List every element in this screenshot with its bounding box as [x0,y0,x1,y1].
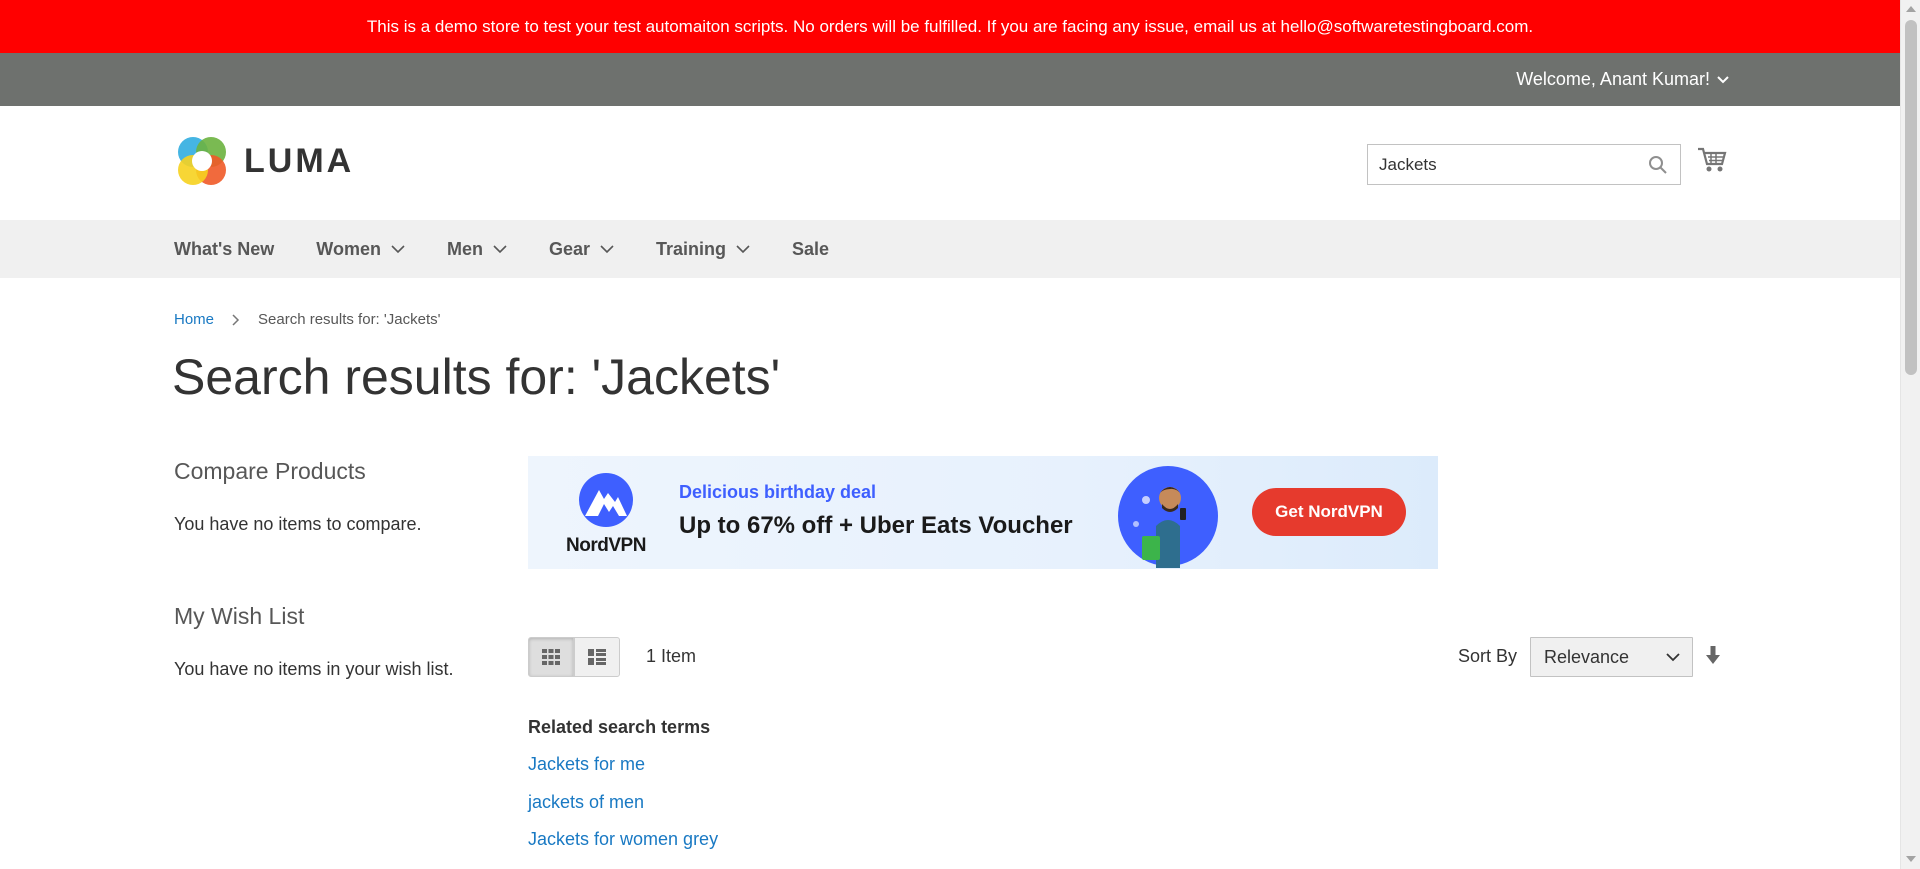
list-icon [588,649,606,665]
list-view-button[interactable] [574,637,620,677]
nav-item-whats-new[interactable]: What's New [174,239,274,260]
compare-empty-text: You have no items to compare. [174,514,422,534]
cart-icon[interactable] [1697,146,1727,174]
related-term-link[interactable]: Jackets for me [528,754,645,775]
sort-by-select[interactable]: Relevance [1530,637,1693,677]
compare-products-title: Compare Products [174,458,366,484]
nordvpn-ad-banner[interactable]: NordVPN Delicious birthday deal Up to 67… [528,456,1438,569]
sort-by-value: Relevance [1544,646,1630,667]
nav-item-gear[interactable]: Gear [549,239,614,260]
ad-headline: Up to 67% off + Uber Eats Voucher [679,512,1073,539]
nav-item-label: Sale [792,238,830,259]
chevron-down-icon [493,244,507,253]
scroll-up-arrow-icon[interactable] [1906,5,1916,13]
breadcrumb-current: Search results for: 'Jackets' [258,311,441,328]
sort-direction-arrow-icon[interactable] [1706,645,1720,665]
welcome-text: Welcome, Anant Kumar! [1516,69,1710,89]
chevron-down-icon [391,244,405,253]
chevron-right-icon [232,313,240,326]
wishlist-title: My Wish List [174,603,305,629]
wishlist-empty-text: You have no items in your wish list. [174,659,454,679]
nav-item-label: Women [316,238,381,259]
related-search-terms-title: Related search terms [528,717,711,737]
nav-item-women[interactable]: Women [316,239,405,260]
luma-logo[interactable]: LUMA [174,133,354,189]
chevron-down-icon [1717,75,1729,83]
customer-welcome-menu[interactable]: Welcome, Anant Kumar! [1516,53,1730,106]
chevron-down-icon [1666,653,1680,662]
related-term-link[interactable]: jackets of men [528,792,644,813]
nav-item-label: Men [446,238,483,259]
account-bar: Welcome, Anant Kumar! [0,53,1900,106]
products-toolbar: 1 Item Sort By Relevance [528,637,1728,677]
nav-item-label: What's New [174,238,275,259]
related-term-link[interactable]: Jackets for women grey [528,829,718,850]
breadcrumb: Home Search results for: 'Jackets' [174,311,440,328]
scrollbar-thumb[interactable] [1905,20,1917,375]
nordvpn-mountain-icon [579,473,633,527]
person-globe-illustration [1118,466,1218,568]
nav-item-sale[interactable]: Sale [792,239,829,260]
logo-text: LUMA [244,141,355,180]
nav-item-training[interactable]: Training [656,239,750,260]
scroll-down-arrow-icon[interactable] [1906,855,1916,863]
chevron-down-icon [736,244,750,253]
demo-notice-banner: This is a demo store to test your test a… [0,0,1900,53]
search-input[interactable] [1368,145,1680,184]
main-navigation: What's New Women Men Gear Training Sale [0,220,1900,278]
nordvpn-logo: NordVPN [556,472,656,557]
search-icon[interactable] [1648,155,1668,175]
nordvpn-brand-text: NordVPN [566,535,646,556]
ad-subheading: Delicious birthday deal [679,482,877,502]
nav-item-label: Gear [548,238,590,259]
item-count: 1 Item [646,646,697,666]
site-header: LUMA [0,106,1900,220]
luma-logo-icon [178,137,226,185]
nav-item-label: Training [656,238,727,259]
chevron-down-icon [600,244,614,253]
demo-notice-text: This is a demo store to test your test a… [366,16,1534,36]
search-box [1367,144,1681,185]
nav-item-men[interactable]: Men [447,239,507,260]
page-title: Search results for: 'Jackets' [172,349,781,405]
grid-icon [542,649,560,665]
get-nordvpn-button[interactable]: Get NordVPN [1252,488,1406,536]
page-scrollbar[interactable] [1900,0,1920,869]
sort-by-label: Sort By [1458,646,1518,666]
grid-view-button[interactable] [528,637,574,677]
breadcrumb-home-link[interactable]: Home [174,311,214,328]
